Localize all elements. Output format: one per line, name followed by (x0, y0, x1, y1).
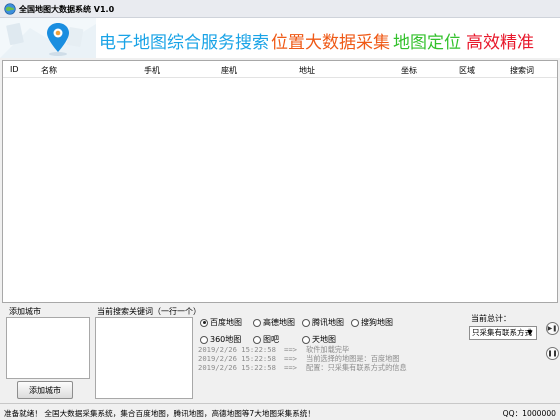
banner-slogan-4: 高效精准 (466, 33, 534, 53)
status-bar: 准备就绪！ 全国大数据采集系统，集合百度地图，腾讯地图，高德地图等7大地图采集系… (0, 403, 560, 420)
city-list[interactable] (6, 317, 90, 379)
start-button[interactable]: ▶❚ (546, 322, 559, 335)
radio-dot[interactable] (302, 318, 310, 327)
column-header-id[interactable]: ID (10, 65, 19, 74)
collect-mode-select[interactable]: 只采集有联系方式 ▼ (469, 326, 537, 340)
banner-slogan-2: 位置大数据采集 (271, 33, 390, 53)
results-table[interactable]: ID 名称 手机 座机 地址 坐标 区域 搜索词 (2, 60, 558, 303)
chevron-down-icon: ▼ (527, 329, 533, 337)
qq-contact: QQ：1000000 (502, 409, 556, 418)
log-line: 2019/2/26 15:22:58 ==> 配置：只采集有联系方式的信息 (198, 363, 407, 372)
control-panel: 添加城市 添加城市 当前搜索关键词（一行一个） 百度地图 高德地图 腾讯地图 搜… (0, 303, 560, 403)
pause-button[interactable]: ❚❚ (546, 347, 559, 360)
total-count-label: 当前总计： (471, 314, 511, 323)
banner-slogan-3: 地图定位 (393, 33, 461, 53)
play-pause-icon: ▶❚ (547, 325, 558, 332)
radio-dot[interactable] (351, 318, 359, 327)
radio-tianditu-map[interactable]: 天地图 (302, 334, 336, 345)
radio-dot[interactable] (302, 335, 310, 344)
radio-dot[interactable] (253, 318, 261, 327)
column-header-keyword[interactable]: 搜索词 (510, 65, 534, 76)
radio-gaode-map[interactable]: 高德地图 (253, 317, 295, 328)
column-header-address[interactable]: 地址 (299, 65, 315, 76)
column-header-landline[interactable]: 座机 (221, 65, 237, 76)
log-line: 2019/2/26 15:22:58 ==> 软件加载完毕 (198, 345, 350, 354)
app-globe-icon (4, 3, 16, 15)
city-label: 添加城市 (9, 307, 41, 316)
radio-dot[interactable] (253, 335, 261, 344)
keyword-input[interactable] (95, 317, 193, 399)
column-header-coordinates[interactable]: 坐标 (401, 65, 417, 76)
radio-baidu-map[interactable]: 百度地图 (200, 317, 242, 328)
column-header-mobile[interactable]: 手机 (144, 65, 160, 76)
keyword-label: 当前搜索关键词（一行一个） (97, 307, 201, 316)
window-title: 全国地图大数据系统 V1.0 (19, 5, 115, 14)
status-message: 准备就绪！ 全国大数据采集系统，集合百度地图，腾讯地图，高德地图等7大地图采集系… (4, 409, 315, 418)
radio-tuba-map[interactable]: 图吧 (253, 334, 279, 345)
radio-tencent-map[interactable]: 腾讯地图 (302, 317, 344, 328)
title-bar: 全国地图大数据系统 V1.0 (0, 0, 560, 18)
log-panel[interactable]: 2019/2/26 15:22:58 ==> 软件加载完毕 2019/2/26 … (198, 345, 460, 401)
column-header-region[interactable]: 区域 (459, 65, 475, 76)
log-line: 2019/2/26 15:22:58 ==> 当前选择的地图是：百度地图 (198, 354, 400, 363)
banner-slogan-1: 电子地图综合服务搜索 (99, 33, 269, 53)
radio-sogou-map[interactable]: 搜狗地图 (351, 317, 393, 328)
radio-dot[interactable] (200, 335, 208, 344)
pause-icon: ❚❚ (547, 350, 558, 357)
radio-dot[interactable] (200, 318, 208, 327)
column-header-name[interactable]: 名称 (41, 65, 57, 76)
table-header: ID 名称 手机 座机 地址 坐标 区域 搜索词 (3, 61, 557, 78)
banner: 电子地图综合服务搜索 位置大数据采集 地图定位 高效精准 (0, 18, 560, 58)
map-pin-logo-icon (0, 18, 96, 58)
radio-360-map[interactable]: 360地图 (200, 334, 241, 345)
add-city-button[interactable]: 添加城市 (17, 381, 73, 399)
